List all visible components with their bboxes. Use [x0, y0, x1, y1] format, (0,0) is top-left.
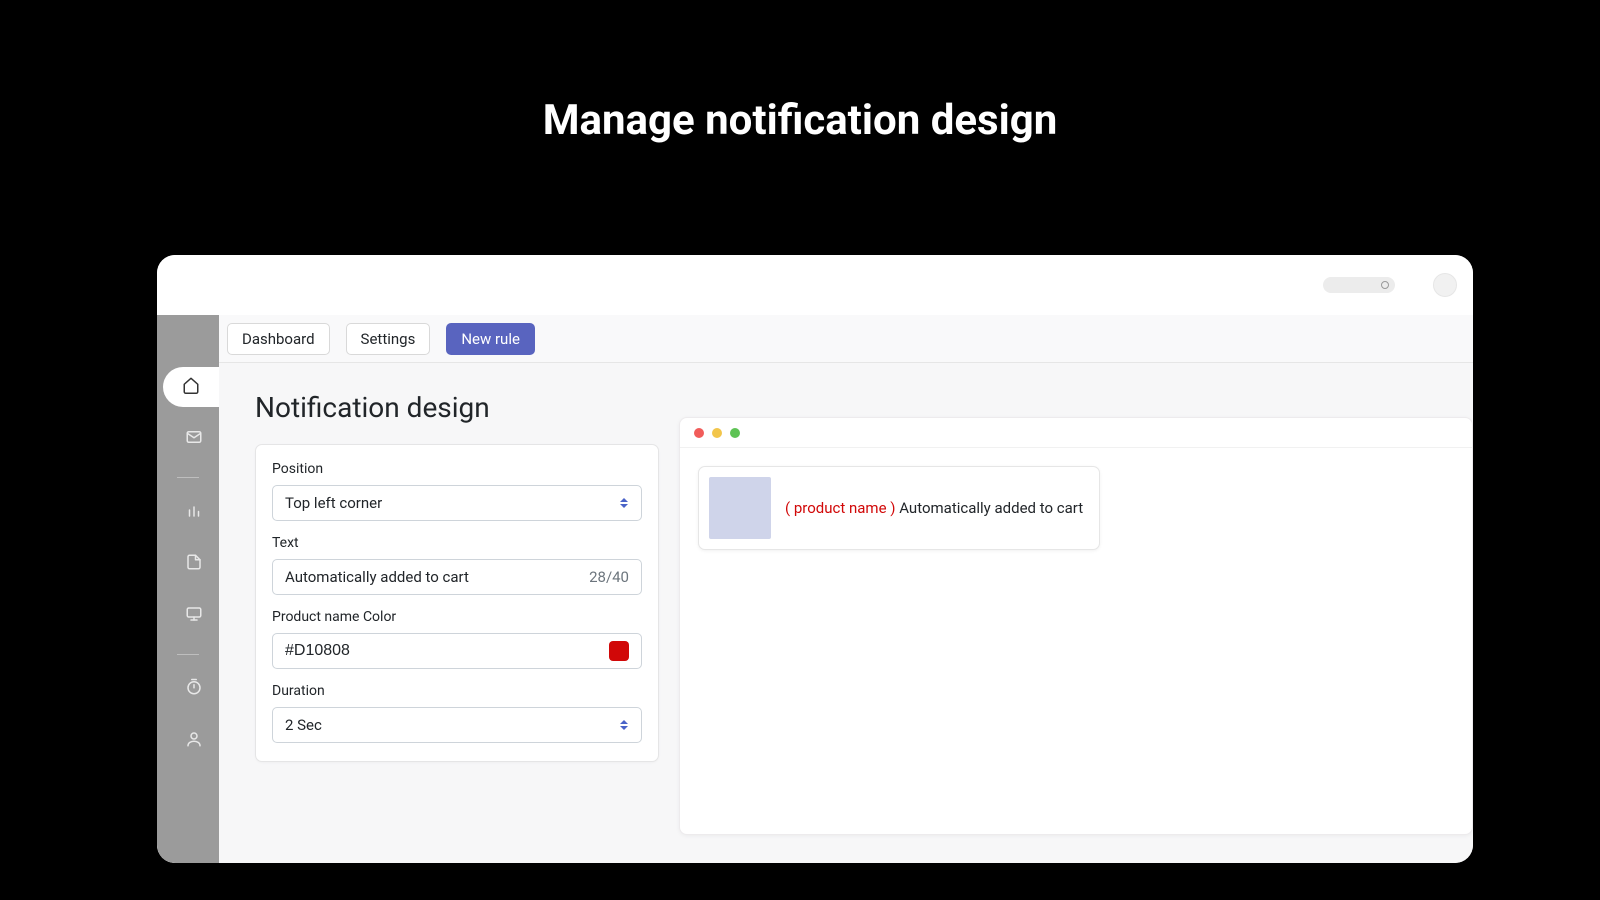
tab-new-rule[interactable]: New rule [446, 323, 535, 355]
text-value: Automatically added to cart [285, 568, 469, 586]
text-input[interactable]: Automatically added to cart 28/40 [272, 559, 642, 595]
field-duration: Duration 2 Sec [272, 683, 642, 743]
field-text: Text Automatically added to cart 28/40 [272, 535, 642, 595]
sidebar-divider [177, 477, 199, 478]
select-caret-icon-2 [619, 718, 629, 732]
sidebar-divider-2 [177, 654, 199, 655]
text-label: Text [272, 535, 642, 551]
position-label: Position [272, 461, 642, 477]
tab-bar: Dashboard Settings New rule [219, 315, 1473, 363]
color-input[interactable] [272, 633, 642, 669]
position-value: Top left corner [285, 494, 382, 512]
sidebar [157, 315, 219, 863]
color-text-input[interactable] [285, 642, 609, 660]
sidebar-item-home[interactable] [163, 367, 219, 407]
search-pill[interactable] [1323, 277, 1395, 293]
browser-header [680, 418, 1472, 448]
section-title: Notification design [255, 391, 659, 424]
mail-icon [185, 428, 203, 450]
text-counter: 28/40 [589, 568, 629, 586]
field-position: Position Top left corner [272, 461, 642, 521]
field-color: Product name Color [272, 609, 642, 669]
bar-chart-icon [185, 501, 203, 523]
duration-select[interactable]: 2 Sec [272, 707, 642, 743]
sidebar-item-timer[interactable] [170, 669, 218, 709]
color-swatch[interactable] [609, 641, 629, 661]
user-icon [185, 730, 203, 752]
window-dot-red-icon [694, 428, 704, 438]
bell-icon[interactable] [1409, 280, 1419, 290]
sidebar-item-mail[interactable] [170, 419, 218, 459]
notification-text: Automatically added to cart [899, 499, 1083, 517]
form-card: Position Top left corner Text Automatica… [255, 444, 659, 762]
content-area: Dashboard Settings New rule Notification… [219, 315, 1473, 863]
select-caret-icon [619, 496, 629, 510]
timer-icon [185, 678, 203, 700]
window-dot-green-icon [730, 428, 740, 438]
notification-text-line: ( product name ) Automatically added to … [785, 499, 1083, 517]
form-column: Notification design Position Top left co… [255, 391, 659, 863]
sidebar-item-user[interactable] [170, 721, 218, 761]
sidebar-item-display[interactable] [170, 596, 218, 636]
top-bar [157, 255, 1473, 315]
main-shell: Dashboard Settings New rule Notification… [157, 315, 1473, 863]
sidebar-item-analytics[interactable] [170, 492, 218, 532]
notification-preview: ( product name ) Automatically added to … [698, 466, 1100, 550]
page-title: Manage notification design [0, 96, 1600, 145]
tab-settings[interactable]: Settings [346, 323, 431, 355]
duration-label: Duration [272, 683, 642, 699]
browser-body: ( product name ) Automatically added to … [680, 448, 1472, 568]
product-name-placeholder: ( product name ) [785, 499, 895, 517]
monitor-icon [185, 605, 203, 627]
color-label: Product name Color [272, 609, 642, 625]
window-dot-yellow-icon [712, 428, 722, 438]
app-window: Dashboard Settings New rule Notification… [157, 255, 1473, 863]
position-select[interactable]: Top left corner [272, 485, 642, 521]
product-thumbnail [709, 477, 771, 539]
home-icon [182, 376, 200, 398]
preview-browser: ( product name ) Automatically added to … [679, 417, 1473, 835]
sidebar-item-files[interactable] [170, 544, 218, 584]
tab-dashboard[interactable]: Dashboard [227, 323, 330, 355]
file-icon [185, 553, 203, 575]
preview-column: ( product name ) Automatically added to … [679, 391, 1473, 863]
avatar[interactable] [1433, 273, 1457, 297]
body-row: Notification design Position Top left co… [219, 363, 1473, 863]
duration-value: 2 Sec [285, 716, 322, 734]
